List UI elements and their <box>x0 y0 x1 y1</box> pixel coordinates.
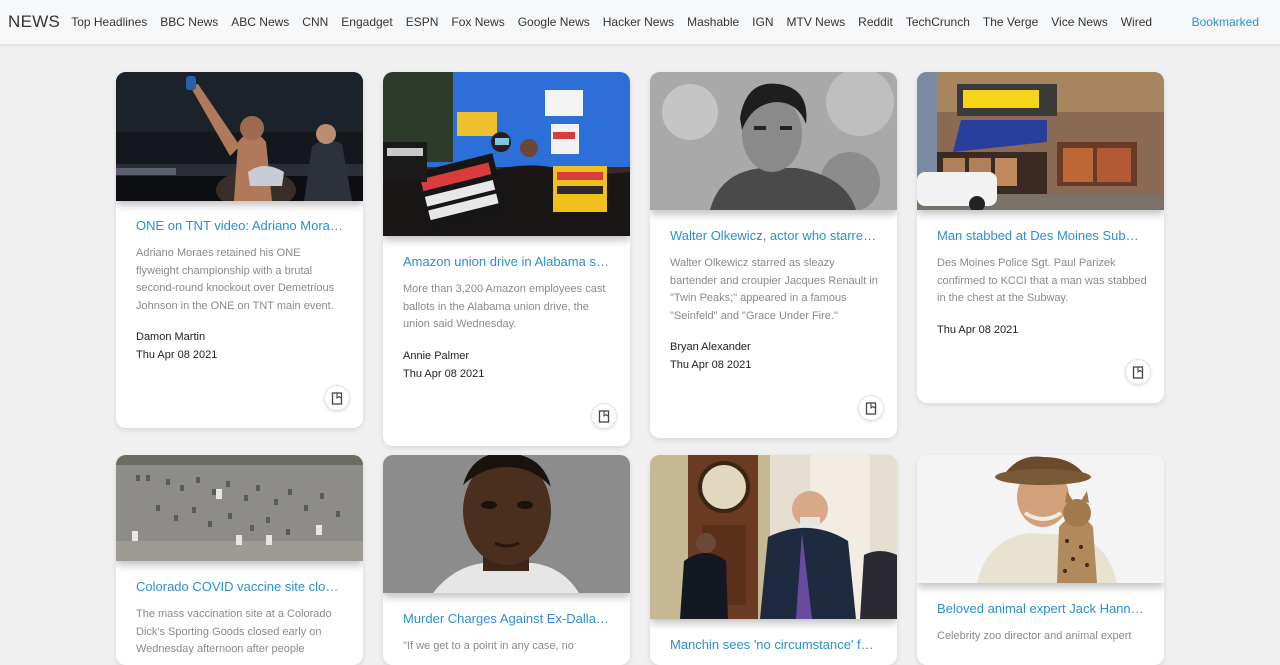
nav-abc-news[interactable]: ABC News <box>231 15 289 29</box>
nav-fox-news[interactable]: Fox News <box>451 15 504 29</box>
article-author: Damon Martin <box>136 331 206 343</box>
news-card: ONE on TNT video: Adriano Moraes knocks … <box>116 72 363 428</box>
nav-techcrunch[interactable]: TechCrunch <box>906 15 970 29</box>
article-date: Thu Apr 08 2021 <box>670 359 752 371</box>
nav-cnn[interactable]: CNN <box>302 15 328 29</box>
article-title[interactable]: Colorado COVID vaccine site closes early… <box>136 579 344 594</box>
news-card: Walter Olkewicz, actor who starred in 'T… <box>650 72 897 438</box>
nav-wired[interactable]: Wired <box>1121 15 1152 29</box>
article-title[interactable]: Murder Charges Against Ex-Dallas Officer <box>403 611 611 626</box>
article-description: Celebrity zoo director and animal expert <box>937 630 1132 642</box>
mugshot-photo[interactable] <box>383 455 630 593</box>
bookmark-icon <box>331 391 343 405</box>
article-author: Bryan Alexander <box>670 341 751 353</box>
article-description: The mass vaccination site at a Colorado … <box>136 608 332 655</box>
article-title[interactable]: ONE on TNT video: Adriano Moraes knocks … <box>136 218 344 233</box>
nav-mashable[interactable]: Mashable <box>687 15 739 29</box>
nav-vice-news[interactable]: Vice News <box>1051 15 1107 29</box>
nav-google-news[interactable]: Google News <box>518 15 590 29</box>
article-date: Thu Apr 08 2021 <box>937 323 1019 336</box>
bookmark-button[interactable] <box>1125 359 1151 385</box>
bookmark-button[interactable] <box>591 403 617 429</box>
article-title[interactable]: Manchin sees 'no circumstance' for endin… <box>670 637 878 652</box>
nav-espn[interactable]: ESPN <box>406 15 439 29</box>
nav-reddit[interactable]: Reddit <box>858 15 893 29</box>
news-card: Beloved animal expert Jack Hanna diagnos… <box>917 455 1164 665</box>
bookmark-button[interactable] <box>324 385 350 411</box>
article-title[interactable]: Amazon union drive in Alabama shows sign… <box>403 254 611 269</box>
news-card: Murder Charges Against Ex-Dallas Officer… <box>383 455 630 665</box>
article-description: "If we get to a point in any case, no <box>403 640 574 652</box>
news-card: Manchin sees 'no circumstance' for endin… <box>650 455 897 665</box>
article-date: Thu Apr 08 2021 <box>136 349 218 361</box>
news-card: Man stabbed at Des Moines Subway restaur… <box>917 72 1164 403</box>
zookeeper-with-cat-photo[interactable] <box>917 455 1164 583</box>
nav-ign[interactable]: IGN <box>752 15 773 29</box>
article-description: More than 3,200 Amazon employees cast ba… <box>403 283 606 330</box>
article-author: Annie Palmer <box>403 349 470 362</box>
senator-hallway-photo[interactable] <box>650 455 897 619</box>
brand-logo[interactable]: NEWS <box>8 12 60 32</box>
bookmark-icon <box>865 401 877 415</box>
nav-the-verge[interactable]: The Verge <box>983 15 1038 29</box>
aerial-parking-lot-photo[interactable] <box>116 455 363 561</box>
article-title[interactable]: Beloved animal expert Jack Hanna diagnos… <box>937 601 1145 616</box>
nav-bbc-news[interactable]: BBC News <box>160 15 218 29</box>
top-nav-bar: NEWS Top Headlines BBC News ABC News CNN… <box>0 0 1280 45</box>
subway-storefront-photo[interactable] <box>917 72 1164 210</box>
source-nav: Top Headlines BBC News ABC News CNN Enga… <box>71 15 1165 29</box>
article-date: Thu Apr 08 2021 <box>403 367 485 380</box>
nav-top-headlines[interactable]: Top Headlines <box>71 15 147 29</box>
fighter-celebrating-photo[interactable] <box>116 72 363 201</box>
bookmark-icon <box>598 409 610 423</box>
news-card: Colorado COVID vaccine site closes early… <box>116 455 363 665</box>
article-description: Adriano Moraes retained his ONE flyweigh… <box>136 247 335 312</box>
bookmarked-link[interactable]: Bookmarked <box>1192 15 1259 29</box>
union-protest-photo[interactable] <box>383 72 630 236</box>
nav-mtv-news[interactable]: MTV News <box>787 15 846 29</box>
nav-engadget[interactable]: Engadget <box>341 15 392 29</box>
bookmark-button[interactable] <box>858 395 884 421</box>
article-description: Des Moines Police Sgt. Paul Parizek conf… <box>937 257 1147 304</box>
article-title[interactable]: Man stabbed at Des Moines Subway restaur… <box>937 228 1145 243</box>
article-title[interactable]: Walter Olkewicz, actor who starred in 'T… <box>670 228 878 243</box>
news-card: Amazon union drive in Alabama shows sign… <box>383 72 630 446</box>
actor-portrait-photo[interactable] <box>650 72 897 210</box>
article-description: Walter Olkewicz starred as sleazy barten… <box>670 257 878 322</box>
nav-hacker-news[interactable]: Hacker News <box>603 15 674 29</box>
bookmark-icon <box>1132 365 1144 379</box>
